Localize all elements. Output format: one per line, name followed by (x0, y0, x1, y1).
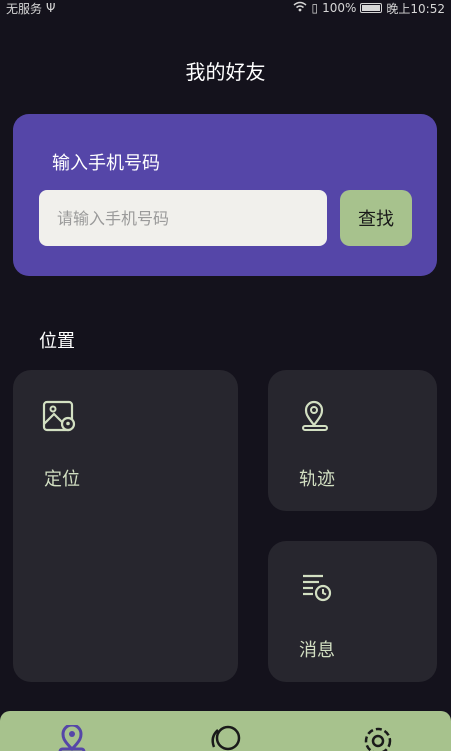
carrier-text: 无服务 (6, 1, 43, 16)
location-pin-icon (300, 400, 330, 436)
message-tile[interactable]: 消息 (268, 541, 437, 682)
chat-bubble-icon (206, 725, 246, 751)
phone-input[interactable] (39, 190, 327, 246)
search-card: 输入手机号码 查找 (13, 114, 437, 276)
track-label: 轨迹 (299, 469, 335, 490)
section-title: 位置 (39, 331, 75, 352)
locate-tile[interactable]: 定位 (13, 370, 238, 682)
status-right: ▯ 100% 晚上10:52 (293, 0, 445, 17)
gear-icon (358, 727, 398, 751)
wifi-icon (293, 1, 307, 15)
status-time: 晚上10:52 (386, 1, 445, 16)
status-left: 无服务 Ψ (6, 0, 55, 17)
page-title: 我的好友 (185, 60, 266, 84)
message-list-clock-icon (301, 571, 333, 607)
nav-settings[interactable] (358, 725, 398, 751)
location-icon (52, 725, 92, 751)
track-tile[interactable]: 轨迹 (268, 370, 437, 511)
usb-icon: Ψ (46, 1, 56, 15)
nav-location[interactable] (52, 725, 92, 751)
search-button[interactable]: 查找 (340, 190, 412, 246)
battery-icon (360, 3, 383, 13)
locate-label: 定位 (44, 469, 80, 490)
map-pin-icon (42, 400, 76, 438)
bottom-nav (0, 711, 451, 751)
search-label: 输入手机号码 (52, 153, 160, 174)
sim-icon: ▯ (311, 1, 319, 15)
nav-chat[interactable] (206, 725, 246, 751)
battery-percent: 100% (322, 1, 357, 15)
status-bar: 无服务 Ψ ▯ 100% 晚上10:52 (0, 0, 451, 16)
message-label: 消息 (299, 640, 335, 661)
